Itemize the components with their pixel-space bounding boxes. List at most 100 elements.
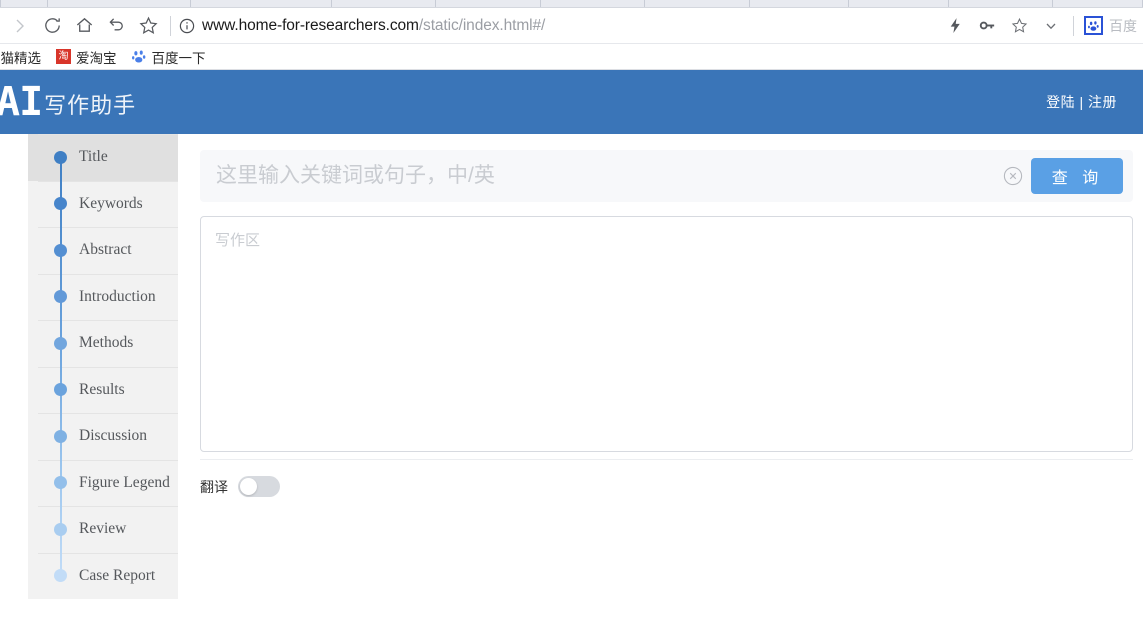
timeline-connector — [60, 157, 62, 576]
toolbar-divider — [170, 15, 171, 36]
browser-tab[interactable] — [47, 0, 192, 7]
url-domain: www.home-for-researchers.com — [202, 16, 419, 34]
browser-tab[interactable] — [331, 0, 437, 7]
key-icon[interactable] — [971, 10, 1003, 42]
translate-toggle[interactable] — [238, 476, 280, 497]
search-bar: 查 询 — [200, 150, 1133, 202]
search-engine-chip[interactable]: 百度 — [1084, 16, 1137, 36]
url-text: www.home-for-researchers.com/static/inde… — [202, 17, 545, 35]
timeline-dot-icon — [54, 290, 67, 304]
timeline-dot-icon — [54, 243, 67, 257]
url-path: /static/index.html#/ — [418, 16, 546, 34]
sidebar-divider — [38, 366, 178, 368]
bookmark-label: 天猫精选 — [0, 50, 41, 66]
browser-tab[interactable] — [436, 0, 541, 7]
content-divider — [200, 459, 1133, 460]
browser-tab[interactable] — [948, 0, 1054, 7]
sidebar-item-results[interactable]: Results — [28, 366, 178, 414]
sidebar-item-title[interactable]: Title — [28, 134, 178, 181]
sidebar-divider — [38, 180, 178, 182]
timeline-dot-icon — [54, 197, 67, 211]
sidebar: Title Keywords Abstract Introduction Met… — [28, 134, 178, 599]
sidebar-item-label: Case Report — [79, 566, 156, 584]
toggle-knob — [240, 478, 257, 495]
browser-tab-strip[interactable] — [0, 0, 1143, 8]
star-icon[interactable] — [132, 10, 164, 42]
auth-links[interactable]: 登陆 | 注册 — [1046, 92, 1117, 112]
sidebar-divider — [38, 134, 178, 135]
baidu-paw-icon — [1084, 16, 1103, 35]
browser-chrome: www.home-for-researchers.com/static/inde… — [0, 0, 1143, 70]
forward-icon[interactable] — [4, 10, 36, 42]
timeline-dot-icon — [54, 522, 67, 536]
chevron-down-icon[interactable] — [1035, 10, 1067, 42]
home-icon[interactable] — [68, 10, 100, 42]
sidebar-divider — [38, 320, 178, 321]
sidebar-item-introduction[interactable]: Introduction — [28, 273, 178, 321]
translate-label: 翻译 — [200, 478, 228, 495]
browser-toolbar: www.home-for-researchers.com/static/inde… — [0, 8, 1143, 44]
bookmark-item[interactable]: 百度一下 — [129, 45, 209, 69]
browser-tab[interactable] — [1053, 0, 1143, 7]
sidebar-item-label: Abstract — [79, 241, 132, 259]
sidebar-item-label: Discussion — [79, 427, 148, 445]
timeline-dot-icon — [54, 383, 67, 397]
browser-tab[interactable] — [849, 0, 949, 7]
sidebar-divider — [38, 506, 178, 507]
sidebar-item-case-report[interactable]: Case Report — [28, 552, 178, 600]
sidebar-item-label: Review — [79, 520, 127, 538]
translate-row: 翻译 — [200, 476, 1133, 497]
sidebar-divider — [38, 459, 178, 461]
timeline-dot-icon — [54, 336, 67, 350]
browser-tab[interactable] — [749, 0, 850, 7]
app-logo-subtitle: 写作助手 — [44, 93, 137, 118]
timeline-dot-icon — [54, 150, 67, 164]
taobao-icon: 淘 — [56, 49, 71, 64]
url-bar[interactable]: www.home-for-researchers.com/static/inde… — [177, 17, 939, 35]
browser-tab[interactable] — [191, 0, 332, 7]
writing-area-textarea[interactable] — [200, 216, 1133, 452]
browser-tab[interactable] — [645, 0, 750, 7]
sidebar-item-label: Title — [79, 148, 108, 166]
info-circle-icon[interactable] — [179, 18, 195, 34]
bookmark-label: 百度一下 — [151, 50, 206, 66]
sidebar-item-label: Introduction — [79, 287, 156, 305]
main-panel: 查 询 翻译 — [178, 134, 1143, 619]
sidebar-item-abstract[interactable]: Abstract — [28, 227, 178, 274]
browser-tab[interactable] — [540, 0, 646, 7]
sidebar-divider — [38, 413, 178, 414]
sidebar-item-methods[interactable]: Methods — [28, 320, 178, 367]
star-outline-icon[interactable] — [1003, 10, 1035, 42]
query-button[interactable]: 查 询 — [1031, 158, 1123, 194]
back-arrow-icon[interactable] — [100, 10, 132, 42]
search-engine-label: 百度 — [1109, 17, 1137, 34]
app-brand[interactable]: AI 写作助手 — [0, 82, 136, 122]
baidu-paw-icon — [131, 49, 147, 64]
toolbar-right-group: 百度 — [939, 10, 1137, 42]
bookmarks-bar: 天猫精选 淘 爱淘宝 百度一下 — [0, 44, 1143, 70]
sidebar-item-label: Keywords — [79, 194, 143, 212]
search-input[interactable] — [214, 163, 995, 189]
reload-icon[interactable] — [36, 10, 68, 42]
sidebar-item-figure-legend[interactable]: Figure Legend — [28, 459, 178, 507]
lightning-icon[interactable] — [939, 10, 971, 42]
timeline-dot-icon — [54, 569, 67, 583]
sidebar-item-discussion[interactable]: Discussion — [28, 413, 178, 460]
timeline-dot-icon — [54, 476, 67, 490]
app-header: AI 写作助手 登陆 | 注册 — [0, 70, 1143, 134]
timeline-dot-icon — [54, 429, 67, 443]
clear-circle-icon[interactable] — [1003, 166, 1023, 186]
bookmark-item[interactable]: 天猫精选 — [0, 45, 44, 69]
sidebar-item-label: Methods — [79, 334, 134, 352]
sidebar-divider — [38, 552, 178, 554]
bookmark-label: 爱淘宝 — [76, 50, 117, 66]
app-body: Title Keywords Abstract Introduction Met… — [0, 134, 1143, 619]
app-logo-text: AI — [0, 79, 43, 125]
bookmark-item[interactable]: 淘 爱淘宝 — [53, 45, 120, 69]
sidebar-item-review[interactable]: Review — [28, 506, 178, 553]
sidebar-item-keywords[interactable]: Keywords — [28, 180, 178, 228]
browser-tab[interactable] — [0, 0, 48, 7]
toolbar-divider-2 — [1073, 15, 1074, 36]
sidebar-divider — [38, 273, 178, 275]
sidebar-item-label: Figure Legend — [79, 473, 170, 491]
